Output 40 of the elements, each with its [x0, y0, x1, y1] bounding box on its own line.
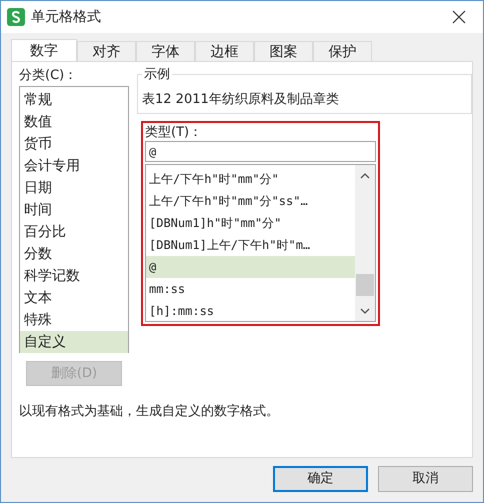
tab[interactable]: 字体 [136, 41, 195, 61]
scrollbar[interactable] [355, 165, 375, 321]
category-label: 分类(C)： [19, 67, 78, 85]
type-field[interactable]: @ [145, 141, 376, 162]
tab[interactable]: 对齐 [77, 41, 136, 61]
category-item[interactable]: 科学记数 [20, 265, 128, 287]
category-item[interactable]: 时间 [20, 199, 128, 221]
category-item[interactable]: 自定义 [20, 331, 128, 353]
category-item[interactable]: 文本 [20, 287, 128, 309]
tab[interactable]: 数字 [11, 39, 77, 62]
type-item[interactable]: 上午/下午h"时"mm"分" [146, 168, 355, 190]
sample-text: 表12 2011年纺织原料及制品章类 [142, 90, 339, 108]
category-item[interactable]: 数值 [20, 111, 128, 133]
close-icon [452, 10, 466, 24]
type-item[interactable]: [DBNum1]上午/下午h"时"m… [146, 234, 355, 256]
description-text: 以现有格式为基础，生成自定义的数字格式。 [19, 403, 279, 421]
dialog-button[interactable]: 确定 [273, 466, 368, 492]
dialog-button[interactable]: 取消 [378, 466, 473, 492]
category-item[interactable]: 货币 [20, 133, 128, 155]
type-item[interactable]: mm:ss [146, 278, 355, 300]
category-item[interactable]: 百分比 [20, 221, 128, 243]
type-item[interactable]: [h]:mm:ss [146, 300, 355, 322]
category-item[interactable]: 分数 [20, 243, 128, 265]
tab[interactable]: 边框 [195, 41, 254, 61]
type-label: 类型(T)： [145, 124, 204, 141]
category-item[interactable]: 会计专用 [20, 155, 128, 177]
type-item[interactable]: 上午/下午h"时"mm"分"ss"… [146, 190, 355, 212]
scroll-down-icon[interactable] [360, 308, 370, 314]
scroll-up-icon[interactable] [360, 173, 370, 179]
category-item[interactable]: 日期 [20, 177, 128, 199]
type-item[interactable]: @ [146, 256, 355, 278]
category-item[interactable]: 常规 [20, 89, 128, 111]
category-list[interactable]: 常规 数值 货币 会计专用 日期 时间 百分比 分数 科学记数 文本 特殊 自定义 [19, 86, 129, 353]
window-title: 单元格格式 [31, 8, 101, 26]
type-item[interactable]: [DBNum1]h"时"mm"分" [146, 212, 355, 234]
category-item[interactable]: 特殊 [20, 309, 128, 331]
scroll-thumb[interactable] [356, 274, 374, 296]
app-icon [7, 8, 25, 26]
tab[interactable]: 保护 [313, 41, 372, 61]
tab[interactable]: 图案 [254, 41, 313, 61]
